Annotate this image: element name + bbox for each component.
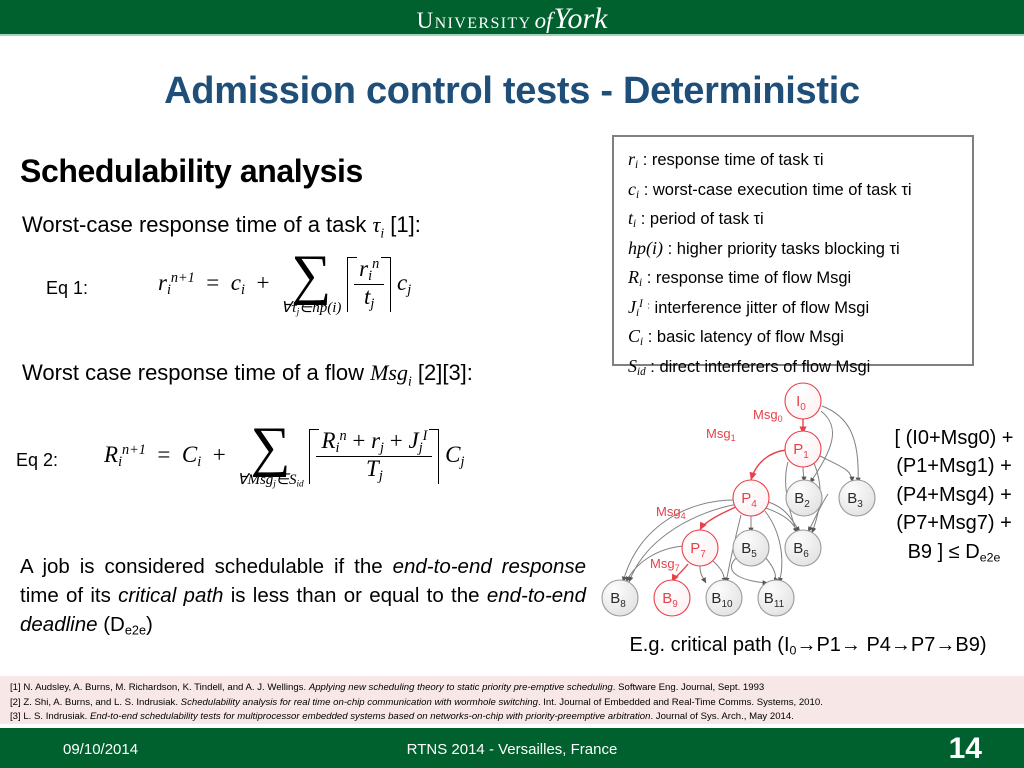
graph-edge-label: Msg4: [656, 504, 686, 521]
sum-line: [ (I0+Msg0) +: [894, 427, 1014, 449]
legend-symbol: ti: [628, 208, 637, 231]
eq1-label: Eq 1:: [46, 278, 89, 298]
reference-title: Applying new scheduling theory to static…: [308, 682, 613, 693]
legend-symbol: Ci: [628, 326, 644, 349]
legend-description: period of task τi: [649, 210, 764, 229]
graph-node-p1: P1: [784, 430, 822, 468]
legend-row: ti : period of task τi: [628, 208, 764, 231]
legend-description: interference jitter of flow Msgi: [654, 298, 870, 317]
reference-number: [2]: [10, 696, 21, 708]
slide-number: 14: [948, 732, 982, 765]
lead-text-flow: Worst case response time of a flow Msgi …: [22, 360, 473, 389]
reference-title: End-to-end schedulability tests for mult…: [90, 711, 651, 723]
eq2-ceiling: Rin + rj + JjI Tj: [309, 428, 440, 485]
legend-symbol: Ri: [628, 267, 643, 290]
graph-node-b10: B10: [705, 579, 743, 617]
graph-node-b11: B11: [757, 579, 795, 617]
eq1-formula: rin+1 = ci + ∑ ∀τj∈hp(i) rin tj cj: [158, 244, 412, 318]
reference-item: [3] L. S. Indrusiak. End-to-end schedula…: [10, 710, 1016, 725]
graph-node-b9: B9: [653, 579, 691, 617]
section-heading: Schedulability analysis: [20, 153, 363, 189]
graph-caption: E.g. critical path (I0→P1→ P4→P7→B9): [629, 634, 987, 658]
reference-item: [1] N. Audsley, A. Burns, M. Richardson,…: [10, 681, 1016, 696]
eq2-label: Eq 2:: [16, 450, 59, 470]
logo-york-word: York: [553, 2, 608, 35]
graph-node-b3: B3: [838, 479, 876, 517]
graph-node-b2: B2: [785, 479, 823, 517]
legend-row: JiI : interference jitter of flow Msgi: [628, 296, 870, 319]
graph-edge-label: Msg0: [753, 407, 783, 424]
logo-of-word: of: [534, 8, 553, 33]
graph-nodes: I0 P1 P4 B2 B3 P7 B5 B6 B8 B9 B10 B11: [601, 382, 876, 617]
sum-line: (P4+Msg4) +: [896, 483, 1012, 506]
legend-row: hp(i) : higher priority tasks blocking τ…: [628, 237, 900, 258]
eq2-summation: ∑ ∀Msgj∈Sid: [237, 416, 304, 490]
graph-node-i0: I0: [784, 382, 822, 420]
legend-symbol: Sid: [628, 355, 646, 378]
legend-row: Ci : basic latency of flow Msgi: [628, 326, 844, 349]
sum-line: (P1+Msg1) +: [896, 455, 1012, 478]
legend-row: ri : response time of task τi: [628, 149, 824, 172]
legend-description: response time of flow Msgi: [655, 269, 852, 288]
eq1-summation: ∑ ∀τj∈hp(i): [280, 244, 342, 318]
graph-canvas: I0 P1 P4 B2 B3 P7 B5 B6 B8 B9 B10 B11 Msg0 Msg1 Msg4 M…: [601, 382, 876, 617]
sum-line: (P7+Msg7) +: [896, 512, 1012, 535]
legend-description: basic latency of flow Msgi: [656, 328, 844, 347]
eq2-formula: Rin+1 = Ci + ∑ ∀Msgj∈Sid Rin + rj + JjI …: [104, 416, 465, 490]
sum-line-deadline: B9 ] ≤ De2e: [907, 540, 1001, 565]
legend-symbol: JiI: [628, 296, 643, 319]
symbol-legend-box: ri : response time of task τi ci : worst…: [612, 135, 974, 378]
reference-authors: L. S. Indrusiak.: [23, 711, 88, 723]
end-to-end-sum-expression: [ (I0+Msg0) + (P1+Msg1) + (P4+Msg4) + (P…: [884, 424, 1024, 567]
reference-venue: . Journal of Sys. Arch., May 2014.: [650, 711, 794, 723]
graph-node-b6: B6: [784, 529, 822, 567]
reference-number: [3]: [10, 711, 21, 723]
legend-row: ci : worst-case execution time of task τ…: [628, 178, 912, 201]
legend-description: response time of task τi: [651, 151, 824, 169]
graph-edge-label: Msg7: [650, 556, 680, 573]
reference-number: [1]: [10, 682, 21, 693]
graph-node-b5: B5: [732, 529, 770, 567]
reference-venue: . Int. Journal of Embedded and Real-Time…: [537, 696, 823, 708]
graph-edge-label: Msg1: [706, 426, 736, 443]
reference-item: [2] Z. Shi, A. Burns, and L. S. Indrusia…: [10, 696, 1016, 711]
eq1-ceiling: rin tj: [347, 256, 392, 313]
critical-path-graph: I0 P1 P4 B2 B3 P7 B5 B6 B8 B9 B10 B11 Msg0 Msg1 Msg4 M…: [598, 376, 898, 626]
legend-symbol: ri: [628, 149, 639, 172]
schedulable-definition-paragraph: A job is considered schedulable if the e…: [20, 555, 587, 638]
graph-node-b8: B8: [601, 579, 639, 617]
reference-venue: . Software Eng. Journal, Sept. 1993: [612, 682, 765, 693]
footer-conference: RTNS 2014 - Versailles, France: [406, 741, 618, 758]
legend-description: worst-case execution time of task τi: [652, 180, 912, 199]
legend-symbol: ci: [628, 178, 640, 201]
university-of-york-logo: University ofYork: [417, 2, 608, 36]
references-strip: [1] N. Audsley, A. Burns, M. Richardson,…: [0, 676, 1024, 724]
legend-description: direct interferers of flow Msgi: [659, 357, 871, 376]
page-title: Admission control tests - Deterministic: [164, 70, 860, 112]
lead-text-task: Worst-case response time of a task τi [1…: [22, 212, 421, 241]
reference-authors: N. Audsley, A. Burns, M. Richardson, K. …: [23, 682, 307, 693]
graph-node-p4: P4: [732, 479, 770, 517]
logo-university-word: University: [416, 8, 532, 33]
graph-node-p7: P7: [681, 529, 719, 567]
reference-title: Schedulability analysis for real time on…: [180, 696, 538, 708]
legend-description: higher priority tasks blocking τi: [676, 239, 900, 258]
legend-symbol: hp(i): [628, 237, 663, 258]
legend-row: Ri : response time of flow Msgi: [628, 267, 852, 290]
reference-authors: Z. Shi, A. Burns, and L. S. Indrusiak.: [23, 696, 178, 708]
